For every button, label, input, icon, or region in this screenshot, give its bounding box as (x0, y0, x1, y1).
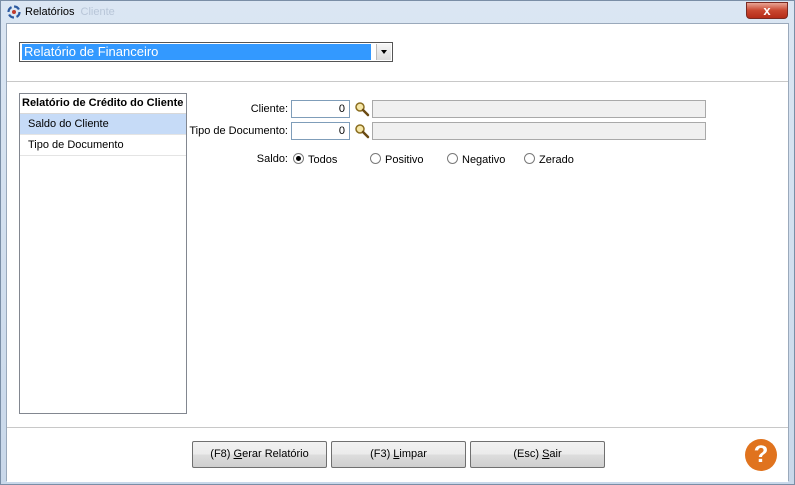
saldo-option-negativo[interactable]: Negativo (447, 153, 505, 167)
saldo-label: Saldo: (256, 153, 288, 165)
tipo-documento-label: Tipo de Documento: (189, 125, 288, 137)
report-list-header: Relatório de Crédito do Cliente (20, 94, 186, 114)
radio-unchecked-icon[interactable] (370, 153, 381, 164)
radio-unchecked-icon[interactable] (447, 153, 458, 164)
tipo-documento-code-input[interactable]: 0 (291, 122, 350, 140)
report-selector-panel: Relatório de Financeiro (7, 24, 788, 82)
cliente-description-field (372, 100, 706, 118)
action-bar: (F8) Gerar Relatório (F3) Limpar (Esc) S… (7, 427, 788, 482)
report-window: Relatórios Cliente x Relatório de Finance… (0, 0, 795, 485)
gerar-relatorio-button[interactable]: (F8) Gerar Relatório (192, 441, 327, 468)
saldo-option-zerado[interactable]: Zerado (524, 153, 574, 167)
limpar-button[interactable]: (F3) Limpar (331, 441, 466, 468)
close-button[interactable]: x (746, 2, 788, 19)
saldo-option-positivo[interactable]: Positivo (370, 153, 424, 167)
radio-checked-icon[interactable] (293, 153, 304, 164)
help-icon[interactable]: ? (745, 439, 777, 471)
report-list-item-tipo-de-documento[interactable]: Tipo de Documento (20, 135, 186, 156)
tipo-documento-search-icon[interactable] (354, 123, 370, 139)
saldo-option-todos[interactable]: Todos (293, 153, 337, 167)
close-icon: x (763, 3, 771, 18)
title-bar[interactable]: Relatórios Cliente x (1, 1, 794, 23)
chevron-down-icon[interactable] (376, 44, 391, 60)
client-area: Relatório de Financeiro Relatório de Cré… (6, 23, 789, 482)
report-list-item-saldo-do-cliente[interactable]: Saldo do Cliente (20, 114, 186, 135)
cliente-label: Cliente: (250, 103, 288, 115)
radio-unchecked-icon[interactable] (524, 153, 535, 164)
window-title: Relatórios Cliente (25, 6, 115, 18)
cliente-search-icon[interactable] (354, 101, 370, 117)
app-icon (7, 5, 21, 19)
report-list: Relatório de Crédito do Cliente Saldo do… (19, 93, 187, 414)
sair-button[interactable]: (Esc) Sair (470, 441, 605, 468)
report-type-select[interactable]: Relatório de Financeiro (19, 42, 393, 62)
cliente-code-input[interactable]: 0 (291, 100, 350, 118)
tipo-documento-description-field (372, 122, 706, 140)
report-type-selected: Relatório de Financeiro (22, 44, 371, 60)
